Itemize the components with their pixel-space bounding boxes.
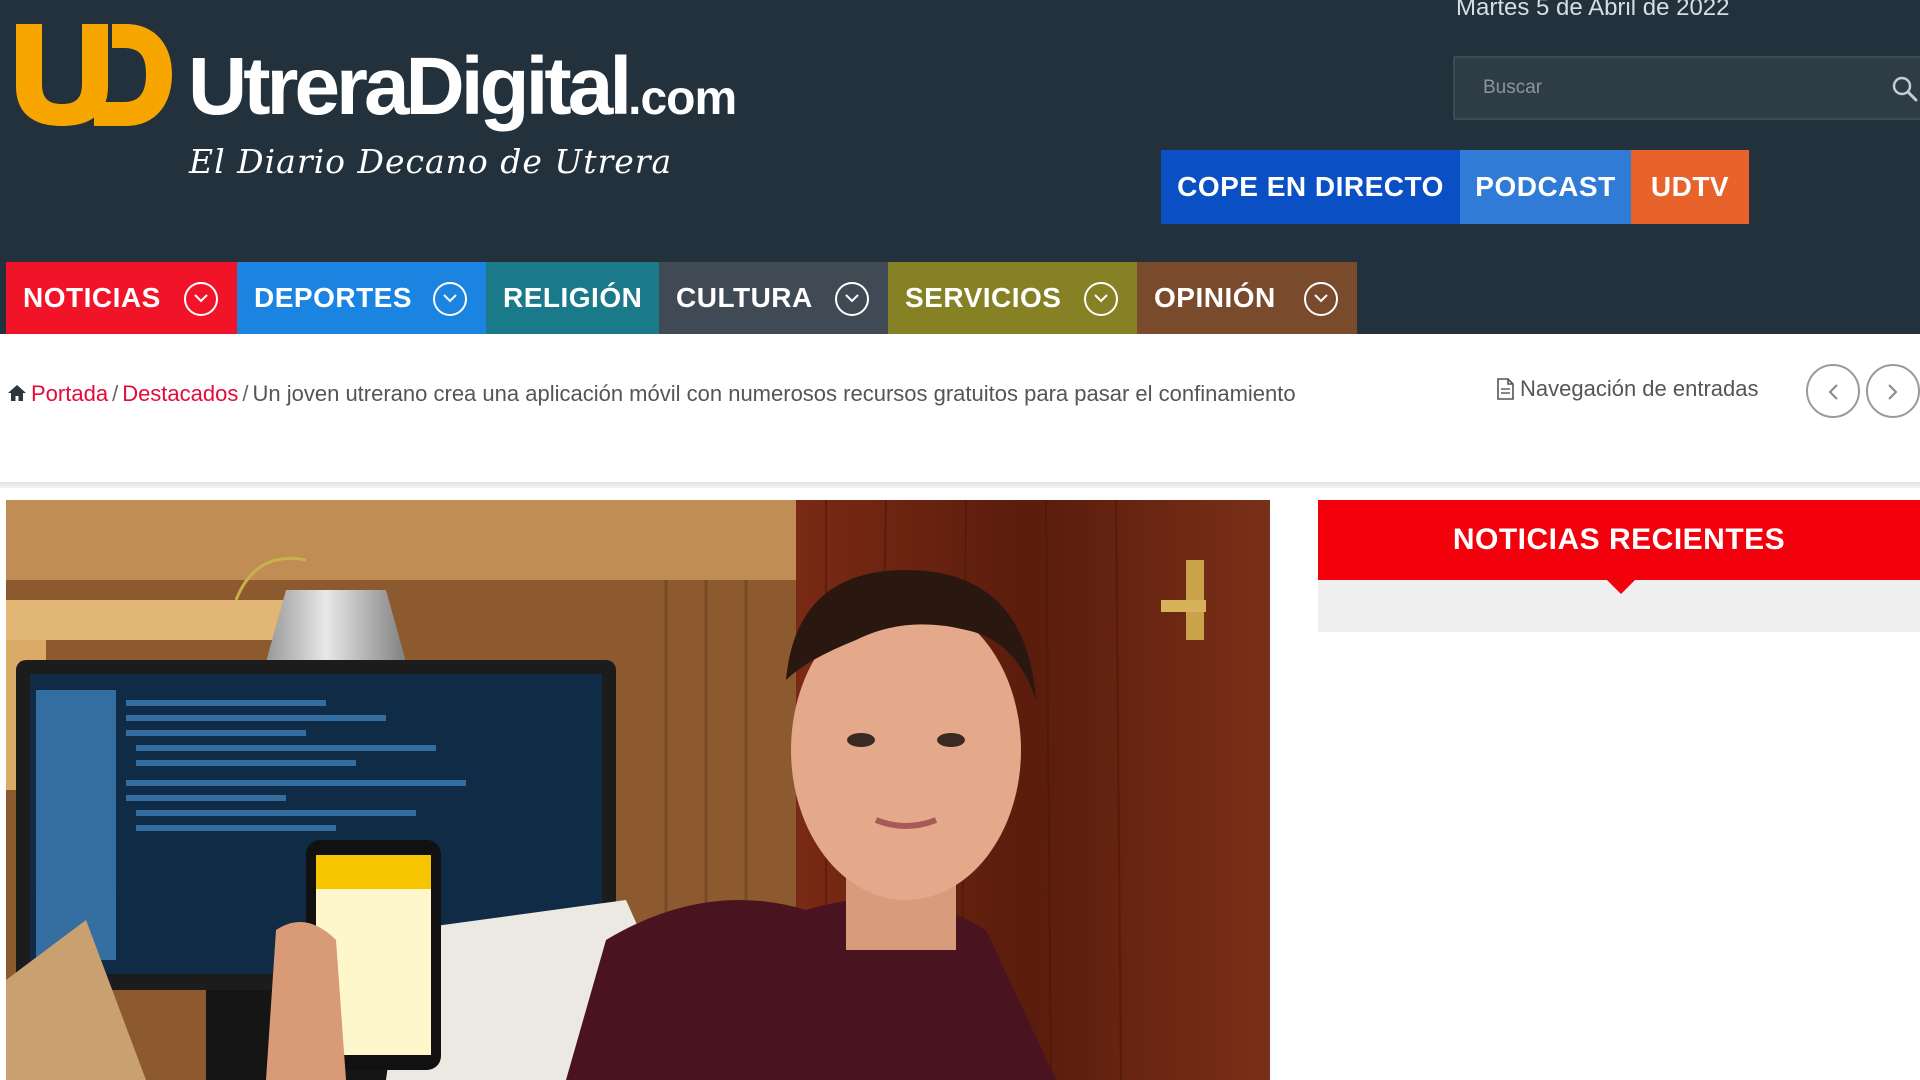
- nav-item-deportes[interactable]: DEPORTES: [237, 262, 486, 334]
- breadcrumb-home-link[interactable]: Portada: [31, 381, 108, 406]
- breadcrumb-section-link[interactable]: Destacados: [122, 381, 238, 406]
- logo-wordmark: UtreraDigital.com: [188, 46, 737, 128]
- search-input[interactable]: [1455, 58, 1920, 118]
- site-header: UtreraDigital.com El Diario Decano de Ut…: [0, 0, 1920, 334]
- breadcrumb-separator: /: [242, 381, 249, 406]
- recent-news-list: [1318, 632, 1920, 1080]
- document-icon: [1497, 378, 1514, 400]
- current-date: Martes 5 de Abril de 2022: [1456, 0, 1730, 21]
- nav-item-noticias[interactable]: NOTICIAS: [6, 262, 237, 334]
- nav-item-label: RELIGIÓN: [503, 282, 643, 313]
- chevron-down-icon[interactable]: [433, 282, 467, 316]
- site-logo[interactable]: UtreraDigital.com El Diario Decano de Ut…: [14, 22, 754, 187]
- search-icon[interactable]: [1891, 75, 1919, 103]
- nav-item-label: SERVICIOS: [905, 282, 1062, 313]
- recent-news-title: NOTICIAS RECIENTES: [1318, 500, 1920, 580]
- main-nav: NOTICIAS DEPORTES RELIGIÓN CULTURA SERVI…: [6, 262, 1357, 334]
- chevron-down-icon[interactable]: [184, 282, 218, 316]
- breadcrumb-separator: /: [112, 381, 119, 406]
- nav-item-religion[interactable]: RELIGIÓN: [486, 262, 659, 334]
- chevron-down-icon[interactable]: [1084, 282, 1118, 316]
- section-divider: [0, 482, 1920, 488]
- chevron-right-icon: [1888, 384, 1898, 400]
- logo-domain: .com: [628, 72, 737, 125]
- nav-item-servicios[interactable]: SERVICIOS: [888, 262, 1137, 334]
- featured-photo: [6, 500, 1270, 1080]
- nav-item-label: OPINIÓN: [1154, 282, 1276, 313]
- podcast-button[interactable]: PODCAST: [1460, 150, 1631, 224]
- entry-navigation-label: Navegación de entradas: [1520, 376, 1759, 401]
- quick-links: COPE EN DIRECTO PODCAST UDTV: [1161, 150, 1749, 224]
- ud-logo-mark: [16, 24, 172, 126]
- previous-entry-button[interactable]: [1806, 364, 1860, 418]
- home-icon: [8, 385, 26, 401]
- search-box: [1453, 56, 1920, 120]
- breadcrumb: Portada / Destacados / Un joven utrerano cre…: [7, 374, 1307, 414]
- udtv-button[interactable]: UDTV: [1631, 150, 1749, 224]
- entry-navigation: Navegación de entradas: [1497, 376, 1759, 402]
- chevron-down-icon[interactable]: [1304, 282, 1338, 316]
- nav-item-cultura[interactable]: CULTURA: [659, 262, 888, 334]
- chevron-down-icon[interactable]: [835, 282, 869, 316]
- logo-name: UtreraDigital: [188, 41, 632, 132]
- chevron-left-icon: [1828, 384, 1838, 400]
- nav-item-label: CULTURA: [676, 282, 813, 313]
- recent-news-arrow: [1607, 580, 1635, 594]
- nav-item-opinion[interactable]: OPINIÓN: [1137, 262, 1357, 334]
- breadcrumb-current: Un joven utrerano crea una aplicación mó…: [252, 381, 1296, 406]
- cope-en-directo-button[interactable]: COPE EN DIRECTO: [1161, 150, 1460, 224]
- nav-item-label: DEPORTES: [254, 282, 413, 313]
- next-entry-button[interactable]: [1866, 364, 1920, 418]
- nav-item-label: NOTICIAS: [23, 282, 161, 313]
- logo-tagline: El Diario Decano de Utrera: [189, 142, 673, 181]
- article-featured-image[interactable]: [6, 500, 1270, 1080]
